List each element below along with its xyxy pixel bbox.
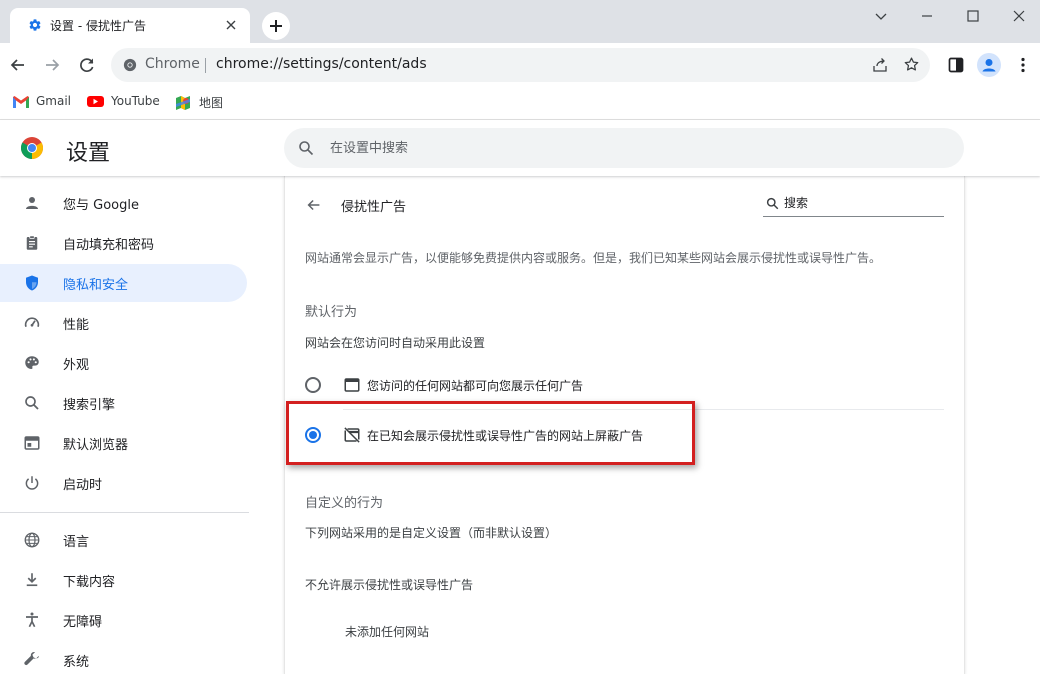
sidebar-item-search-engine[interactable]: 搜索引擎	[0, 384, 247, 422]
wrench-icon	[24, 652, 39, 666]
page-description: 网站通常会显示广告，以便能够免费提供内容或服务。但是，我们已知某些网站会展示侵扰…	[305, 251, 882, 265]
sidebar-item-label: 启动时	[63, 478, 103, 493]
globe-icon	[24, 532, 40, 548]
ads-settings-card: 侵扰性广告 网站通常会显示广告，以便能够免费提供内容或服务。但是，我们已知某些网…	[284, 176, 965, 674]
shield-icon	[26, 275, 38, 291]
subpage-search[interactable]	[763, 190, 944, 217]
default-behavior-subtitle: 网站会在您访问时自动采用此设置	[305, 336, 486, 350]
settings-search[interactable]	[284, 128, 964, 168]
person-icon	[26, 197, 38, 209]
omnibox-separator	[205, 58, 206, 73]
search-input[interactable]	[330, 138, 930, 158]
sidebar-item-you-and-google[interactable]: 您与 Google	[0, 184, 247, 222]
option-label: 在已知会展示侵扰性或误导性广告的网站上屏蔽广告	[367, 429, 644, 443]
sidebar: 您与 Google 自动填充和密码 隐私和安全 性能 外观 搜索引擎 默认浏览器…	[0, 176, 260, 674]
sidebar-item-label: 系统	[63, 655, 90, 670]
back-arrow-icon[interactable]	[305, 196, 323, 214]
side-panel-icon[interactable]	[946, 55, 966, 75]
ad-blocked-icon	[344, 427, 360, 443]
subpage-search-input[interactable]	[784, 195, 934, 211]
option-block-intrusive-ads[interactable]: 在已知会展示侵扰性或误导性广告的网站上屏蔽广告	[305, 415, 945, 455]
chrome-site-icon[interactable]	[123, 58, 137, 72]
sidebar-item-label: 隐私和安全	[63, 278, 129, 293]
sidebar-item-label: 性能	[63, 318, 90, 333]
sidebar-item-label: 下载内容	[63, 575, 116, 590]
more-menu-icon[interactable]	[1013, 55, 1033, 75]
radio-block-intrusive-ads[interactable]	[305, 427, 321, 443]
maps-icon	[176, 96, 190, 110]
youtube-icon	[87, 96, 104, 107]
sidebar-item-label: 语言	[63, 535, 90, 550]
download-icon	[26, 573, 38, 587]
tab-strip: 设置 - 侵扰性广告	[0, 0, 1040, 43]
search-icon	[25, 396, 39, 410]
empty-list-message: 未添加任何网站	[345, 625, 430, 639]
custom-behavior-title: 自定义的行为	[305, 496, 384, 511]
chrome-logo-icon	[21, 137, 43, 159]
chevron-down-icon[interactable]	[871, 6, 891, 26]
sidebar-item-on-startup[interactable]: 启动时	[0, 464, 247, 502]
person-icon	[982, 59, 996, 72]
bookmark-star-icon[interactable]	[903, 56, 920, 73]
minimize-icon[interactable]	[917, 6, 937, 26]
tab-settings[interactable]: 设置 - 侵扰性广告	[10, 8, 250, 43]
maximize-icon[interactable]	[963, 6, 983, 26]
back-icon[interactable]	[8, 55, 28, 75]
sidebar-item-label: 无障碍	[63, 615, 103, 630]
new-tab-button[interactable]	[262, 12, 290, 40]
sidebar-item-label: 外观	[63, 358, 90, 373]
settings-header: 设置	[0, 120, 1040, 176]
omnibox-site-label: Chrome	[145, 56, 200, 72]
sidebar-item-privacy[interactable]: 隐私和安全	[0, 264, 247, 302]
window-close-icon[interactable]	[1009, 6, 1029, 26]
sidebar-item-label: 默认浏览器	[63, 438, 129, 453]
bookmark-label: Gmail	[36, 94, 72, 108]
sidebar-item-downloads[interactable]: 下载内容	[0, 561, 247, 599]
custom-behavior-subtitle: 下列网站采用的是自定义设置（而非默认设置）	[305, 526, 558, 540]
sidebar-item-accessibility[interactable]: 无障碍	[0, 601, 247, 639]
sidebar-item-languages[interactable]: 语言	[0, 521, 247, 559]
close-icon[interactable]	[223, 17, 239, 33]
power-icon	[25, 476, 39, 490]
accessibility-icon	[26, 612, 38, 628]
palette-icon	[25, 356, 39, 369]
browser-icon	[24, 436, 40, 450]
bookmarks-bar: Gmail YouTube 地图	[0, 87, 1040, 120]
search-icon	[766, 197, 779, 210]
clipboard-icon	[26, 235, 38, 250]
tab-title: 设置 - 侵扰性广告	[50, 19, 146, 33]
page-title: 设置	[66, 141, 111, 166]
radio-allow-all-ads[interactable]	[305, 377, 321, 393]
share-icon[interactable]	[872, 57, 888, 73]
toolbar: Chrome chrome://settings/content/ads	[0, 43, 1040, 87]
option-label: 您访问的任何网站都可向您展示任何广告	[367, 379, 584, 393]
sidebar-item-default-browser[interactable]: 默认浏览器	[0, 424, 247, 462]
forward-icon[interactable]	[42, 55, 62, 75]
block-list-title: 不允许展示侵扰性或误导性广告	[305, 578, 474, 592]
sidebar-item-autofill[interactable]: 自动填充和密码	[0, 224, 247, 262]
profile-avatar[interactable]	[977, 53, 1001, 77]
search-icon	[299, 141, 314, 156]
sidebar-item-label: 您与 Google	[63, 198, 139, 213]
bookmark-label: 地图	[199, 96, 224, 110]
option-allow-all-ads[interactable]: 您访问的任何网站都可向您展示任何广告	[305, 365, 945, 405]
ad-icon	[344, 378, 360, 392]
bookmark-label: YouTube	[111, 94, 160, 108]
sidebar-item-appearance[interactable]: 外观	[0, 344, 247, 382]
omnibox-url[interactable]: chrome://settings/content/ads	[216, 56, 427, 72]
gear-icon	[29, 19, 41, 31]
option-divider	[343, 409, 944, 410]
sidebar-item-label: 自动填充和密码	[63, 238, 155, 253]
omnibox[interactable]: Chrome chrome://settings/content/ads	[111, 48, 930, 82]
default-behavior-title: 默认行为	[305, 305, 358, 320]
subpage-title: 侵扰性广告	[341, 200, 407, 215]
gmail-icon	[13, 96, 29, 108]
sidebar-item-system[interactable]: 系统	[0, 641, 247, 674]
reload-icon[interactable]	[77, 55, 97, 75]
sidebar-item-performance[interactable]: 性能	[0, 304, 247, 342]
sidebar-item-label: 搜索引擎	[63, 398, 116, 413]
speedometer-icon	[24, 317, 40, 328]
sidebar-divider	[0, 512, 249, 513]
plus-icon	[270, 20, 282, 32]
